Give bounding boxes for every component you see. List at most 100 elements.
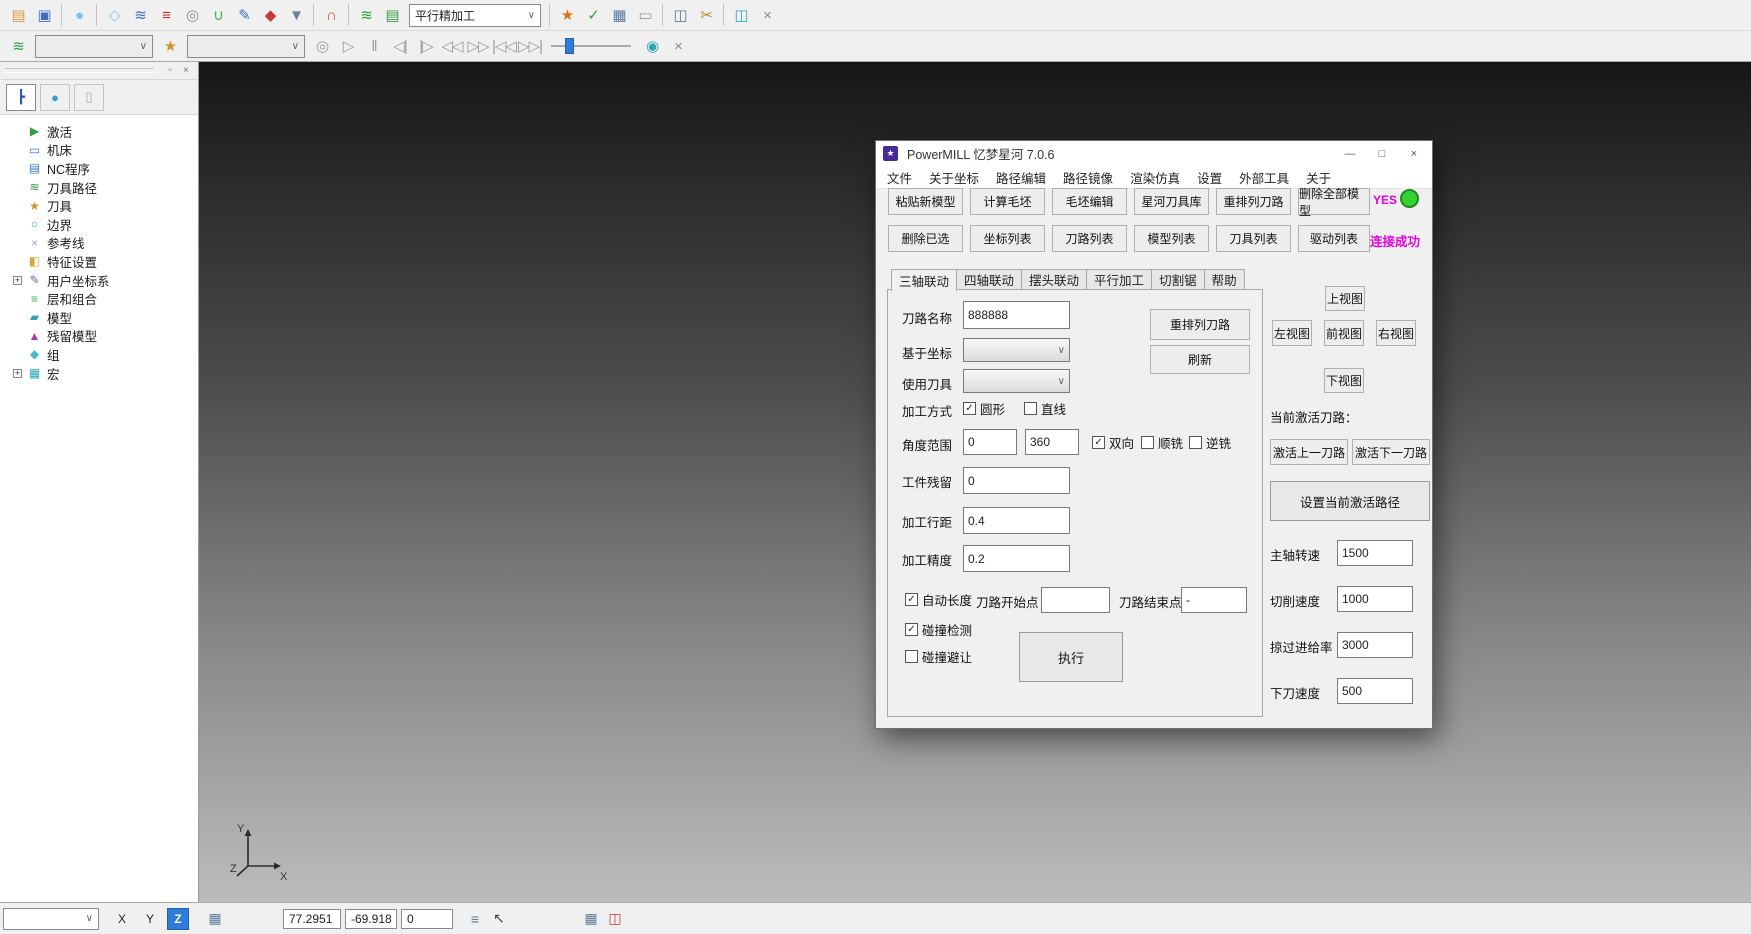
toolpath-list-button[interactable]: 刀路列表 (1052, 225, 1127, 252)
status-dropdown[interactable]: ∨ (3, 908, 99, 930)
ruler-icon[interactable]: ▭ (632, 2, 658, 28)
tree-item-machine[interactable]: ▭机床 (13, 141, 198, 160)
tab-4axis[interactable]: 四轴联动 (957, 269, 1022, 290)
tab-parallel[interactable]: 平行加工 (1087, 269, 1152, 290)
tree-item-toolpaths[interactable]: ≋刀具路径 (13, 178, 198, 197)
angle-from-input[interactable]: 0 (963, 429, 1017, 455)
list-icon[interactable]: ≡ (463, 908, 487, 930)
climb-checkbox[interactable] (1141, 436, 1154, 449)
delete-selected-button[interactable]: 删除已选 (888, 225, 963, 252)
grid-icon[interactable]: ▦ (203, 908, 227, 930)
bidirectional-option[interactable]: ✓ 双向 (1092, 433, 1134, 452)
points-icon[interactable]: ◆ (257, 2, 283, 28)
tree-item-boundaries[interactable]: ○边界 (13, 215, 198, 234)
go-start-icon[interactable]: |◁◁ (491, 33, 517, 59)
close-button[interactable]: × (1398, 141, 1430, 166)
sim-tool-dropdown[interactable]: ∨ (187, 35, 305, 58)
auto-length-option[interactable]: ✓ 自动长度 (905, 590, 972, 609)
x-toggle-button[interactable]: X (111, 908, 133, 930)
collision-avoid-checkbox[interactable] (905, 650, 918, 663)
line-checkbox[interactable] (1024, 402, 1037, 415)
expand-icon[interactable]: + (13, 369, 22, 378)
plunge-feed-input[interactable]: 500 (1337, 678, 1413, 704)
coord-list-button[interactable]: 坐标列表 (970, 225, 1045, 252)
tree-item-tools[interactable]: ★刀具 (13, 196, 198, 215)
slider-handle[interactable] (565, 38, 574, 54)
tab-3axis[interactable]: 三轴联动 (891, 269, 957, 291)
collision-avoid-option[interactable]: 碰撞避让 (905, 647, 972, 666)
clock-icon[interactable]: ◉ (639, 33, 665, 59)
tree-item-nc-program[interactable]: ▤NC程序 (13, 159, 198, 178)
tab-saw[interactable]: 切割锯 (1152, 269, 1205, 290)
expand-icon[interactable]: + (13, 276, 22, 285)
view-right-button[interactable]: 右视图 (1376, 320, 1416, 346)
coord-x-field[interactable]: 77.2951 (283, 909, 341, 929)
pattern-icon[interactable]: ≡ (153, 2, 179, 28)
feature-set-icon[interactable]: ▼ (283, 2, 309, 28)
ball-tool-icon[interactable]: ◎ (179, 2, 205, 28)
stepover-input[interactable]: 0.4 (963, 507, 1070, 534)
tree-item-groups[interactable]: ◆组 (13, 345, 198, 364)
go-end-icon[interactable]: ▷▷| (517, 33, 543, 59)
tool-dropdown[interactable]: ∨ (963, 369, 1070, 393)
angle-to-input[interactable]: 360 (1025, 429, 1079, 455)
toolpath-icon[interactable]: ≋ (353, 2, 379, 28)
shaded-view-icon[interactable]: ● (66, 2, 92, 28)
coord-z-field[interactable]: 0 (401, 909, 453, 929)
bidirectional-checkbox[interactable]: ✓ (1092, 436, 1105, 449)
view-bottom-button[interactable]: 下视图 (1324, 368, 1364, 393)
save-project-icon[interactable]: ▣ (31, 2, 57, 28)
raster-toolpath-icon[interactable]: ≋ (127, 2, 153, 28)
auto-length-checkbox[interactable]: ✓ (905, 593, 918, 606)
tool-list-button[interactable]: 刀具列表 (1216, 225, 1291, 252)
tree-item-feature-sets[interactable]: ◧特征设置 (13, 252, 198, 271)
conventional-checkbox[interactable] (1189, 436, 1202, 449)
delete-all-models-button[interactable]: 删除全部模型 (1298, 188, 1370, 215)
explorer-tree-tab[interactable]: ┣ (6, 84, 36, 111)
block-edit-button[interactable]: 毛坯编辑 (1052, 188, 1127, 215)
calc-block-button[interactable]: 计算毛坯 (970, 188, 1045, 215)
toolbar-close-icon[interactable]: × (754, 2, 780, 28)
panel-grip[interactable] (5, 68, 154, 73)
y-toggle-button[interactable]: Y (139, 908, 161, 930)
menu-file[interactable]: 文件 (887, 168, 912, 187)
spindle-speed-input[interactable]: 1500 (1337, 540, 1413, 566)
collision-check-checkbox[interactable]: ✓ (905, 623, 918, 636)
pause-icon[interactable]: ‖ (361, 33, 387, 59)
cursor-icon[interactable]: ↖ (487, 908, 511, 930)
coord-y-field[interactable]: -69.918 (345, 909, 397, 929)
tree-item-models[interactable]: ▰模型 (13, 308, 198, 327)
paste-model-button[interactable]: 粘贴新模型 (888, 188, 963, 215)
play-icon[interactable]: ▷ (335, 33, 361, 59)
activate-prev-button[interactable]: 激活上一刀路 (1270, 439, 1348, 465)
table-icon[interactable]: ▦ (579, 908, 603, 930)
tool-icon[interactable]: ★ (157, 33, 183, 59)
tolerance-input[interactable]: 0.2 (963, 545, 1070, 572)
collision-check-option[interactable]: ✓ 碰撞检测 (905, 620, 972, 639)
tree-item-workplanes[interactable]: +✎用户坐标系 (13, 271, 198, 290)
view-top-button[interactable]: 上视图 (1325, 286, 1365, 311)
tree-item-macros[interactable]: +▦宏 (13, 364, 198, 383)
rewind-icon[interactable]: ◁◁ (439, 33, 465, 59)
tree-item-stock-models[interactable]: ▲残留模型 (13, 327, 198, 346)
set-active-path-button[interactable]: 设置当前激活路径 (1270, 481, 1430, 521)
collision-icon[interactable]: ∩ (318, 2, 344, 28)
coord-dropdown[interactable]: ∨ (963, 338, 1070, 362)
execute-button[interactable]: 执行 (1019, 632, 1123, 682)
step-forward-icon[interactable]: |▷ (413, 33, 439, 59)
method-line-option[interactable]: 直线 (1024, 399, 1066, 418)
tool-library-button[interactable]: 星河刀具库 (1134, 188, 1209, 215)
tab-help[interactable]: 帮助 (1205, 269, 1245, 290)
strategy-dropdown[interactable]: 平行精加工 ∨ (409, 4, 541, 27)
method-circle-option[interactable]: ✓ 圆形 (963, 399, 1005, 418)
open-project-icon[interactable]: ▤ (5, 2, 31, 28)
menu-ext-tools[interactable]: 外部工具 (1239, 168, 1289, 187)
menu-path-edit[interactable]: 路径编辑 (996, 168, 1046, 187)
menu-settings[interactable]: 设置 (1197, 168, 1222, 187)
tool-ok-icon[interactable]: ✓ (580, 2, 606, 28)
tool-compare-icon[interactable]: ◫ (667, 2, 693, 28)
climb-option[interactable]: 顺铣 (1141, 433, 1183, 452)
step-back-icon[interactable]: ◁| (387, 33, 413, 59)
dialog-titlebar[interactable]: ★ PowerMILL 忆梦星河 7.0.6 — □ × (876, 141, 1432, 166)
panel-float-icon[interactable]: ▫ (162, 63, 178, 77)
